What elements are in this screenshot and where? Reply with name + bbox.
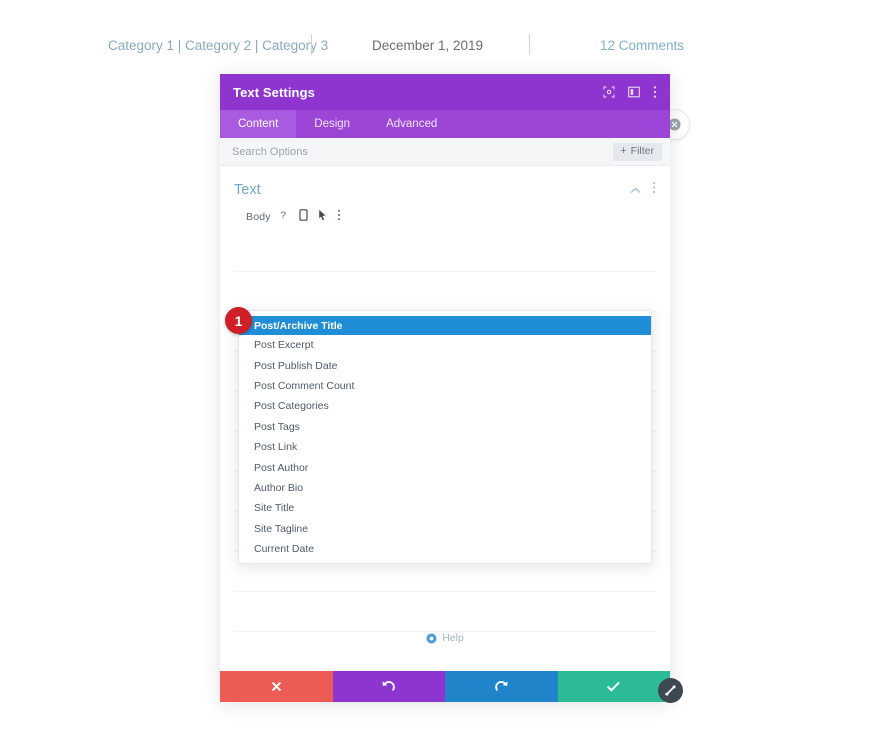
post-comment-count-link[interactable]: 12 Comments [600, 38, 684, 53]
redo-icon [494, 681, 508, 692]
modal-titlebar[interactable]: Text Settings [220, 74, 670, 110]
redo-button[interactable] [445, 671, 558, 702]
modal-resize-handle[interactable] [658, 678, 683, 703]
dropdown-option-current-date[interactable]: Current Date [239, 539, 651, 559]
text-settings-modal: Text Settings Content Design Advanced Se… [220, 74, 670, 702]
check-icon [607, 681, 620, 692]
dropdown-option-post-comment-count[interactable]: Post Comment Count [239, 376, 651, 396]
tab-advanced[interactable]: Advanced [368, 110, 455, 138]
cancel-button[interactable] [220, 671, 333, 702]
help-question-icon[interactable]: ? [280, 208, 289, 226]
chevron-up-icon[interactable] [630, 181, 641, 199]
modal-title: Text Settings [233, 84, 315, 100]
tab-design[interactable]: Design [296, 110, 368, 138]
search-input[interactable]: Search Options [232, 146, 613, 158]
dropdown-option-post-categories[interactable]: Post Categories [239, 396, 651, 416]
dropdown-selected-wrap: 1 Post/Archive Title [225, 307, 651, 335]
dropdown-option-post-excerpt[interactable]: Post Excerpt [239, 335, 651, 355]
dropdown-option-site-tagline[interactable]: Site Tagline [239, 519, 651, 539]
field-label: Body [246, 210, 271, 223]
modal-tab-bar: Content Design Advanced [220, 110, 670, 138]
settings-row [234, 272, 656, 312]
step-badge-1: 1 [225, 307, 252, 334]
dropdown-option-author-bio[interactable]: Author Bio [239, 478, 651, 498]
meta-divider-2 [529, 34, 530, 55]
content-source-dropdown: 1 Post/Archive Title Post Excerpt Post P… [225, 307, 652, 565]
save-button[interactable] [557, 671, 670, 702]
section-title: Text [234, 182, 261, 198]
dropdown-option-post-author[interactable]: Post Author [239, 457, 651, 477]
field-icon-group: ? [280, 208, 341, 226]
lifesaver-icon [426, 633, 437, 644]
text-section-header[interactable]: Text [220, 166, 670, 200]
more-vertical-icon[interactable] [337, 208, 341, 226]
dropdown-option-post-tags[interactable]: Post Tags [239, 417, 651, 437]
svg-text:?: ? [280, 210, 286, 221]
more-vertical-icon[interactable] [653, 85, 657, 99]
search-options-row: Search Options + Filter [220, 138, 670, 166]
modal-body: Text Body ? Help 1 Post/Archive Title Po… [220, 166, 670, 671]
resize-diagonal-icon [665, 685, 676, 696]
settings-row [234, 592, 656, 632]
meta-divider-1 [311, 34, 312, 55]
undo-button[interactable] [332, 671, 445, 702]
undo-icon [382, 681, 396, 692]
dropdown-option-post-archive-title[interactable]: Post/Archive Title [239, 316, 651, 335]
settings-row [234, 232, 656, 272]
tab-content[interactable]: Content [220, 110, 297, 138]
responsive-mobile-icon[interactable] [299, 208, 308, 226]
modal-action-bar [220, 671, 670, 702]
section-header-icons [630, 181, 656, 199]
hover-cursor-icon[interactable] [318, 208, 327, 226]
plus-icon: + [620, 144, 627, 157]
filter-button-label: Filter [630, 144, 654, 157]
help-link[interactable]: Help [220, 632, 670, 644]
close-icon [271, 681, 281, 692]
body-field-label-row: Body ? [220, 200, 670, 224]
more-vertical-icon[interactable] [652, 181, 656, 199]
dropdown-option-post-link[interactable]: Post Link [239, 437, 651, 457]
filter-button[interactable]: + Filter [613, 142, 662, 161]
dropdown-option-post-publish-date[interactable]: Post Publish Date [239, 355, 651, 375]
help-label: Help [442, 632, 464, 644]
post-meta-bar: Category 1 | Category 2 | Category 3 Dec… [0, 0, 880, 70]
post-date: December 1, 2019 [372, 38, 484, 53]
post-categories-links[interactable]: Category 1 | Category 2 | Category 3 [108, 38, 328, 53]
dropdown-option-site-title[interactable]: Site Title [239, 498, 651, 518]
titlebar-icon-group [603, 85, 660, 99]
expand-icon[interactable] [603, 86, 615, 98]
panel-layout-icon[interactable] [628, 86, 640, 98]
